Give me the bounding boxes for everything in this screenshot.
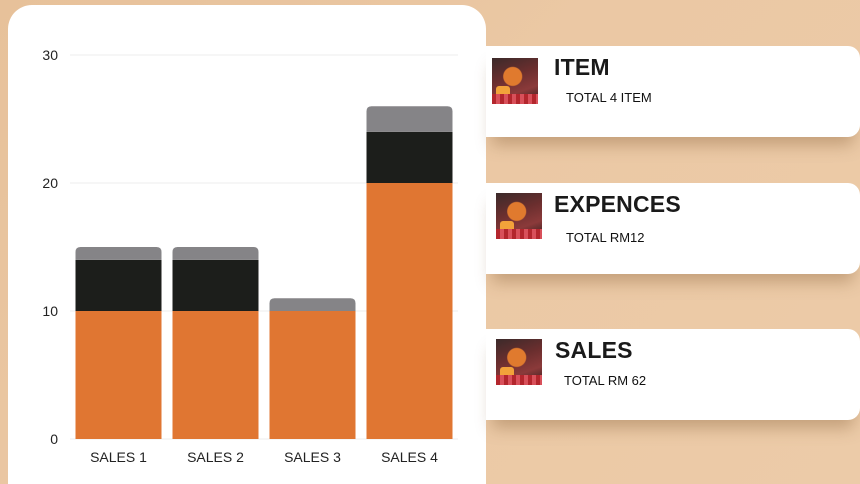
sales-card-title: SALES xyxy=(555,337,633,363)
sales-summary-card[interactable]: SALES TOTAL RM 62 xyxy=(486,329,860,420)
sales-card-subtitle: TOTAL RM 62 xyxy=(564,373,647,388)
stacked-bar-chart: 0 10 20 30 SALES 1 SALES 2 SALES 3 SALES 4 xyxy=(42,47,458,465)
y-tick-label: 30 xyxy=(42,47,58,63)
x-tick-label: SALES 3 xyxy=(284,449,341,465)
y-tick-label: 0 xyxy=(50,431,58,447)
bar-segment xyxy=(269,298,356,311)
bar-segment xyxy=(75,259,162,311)
bar-segment xyxy=(172,311,259,439)
bar-segment xyxy=(269,311,356,439)
expences-card-subtitle: TOTAL RM12 xyxy=(566,230,645,245)
bar-segment xyxy=(172,247,259,260)
item-card-subtitle: TOTAL 4 ITEM xyxy=(566,90,652,105)
item-card-title: ITEM xyxy=(554,54,610,80)
y-tick-label: 10 xyxy=(42,303,58,319)
bar-segment xyxy=(75,311,162,439)
bar-segment xyxy=(172,259,259,311)
bar-segment xyxy=(75,247,162,260)
sales-chart-card: 0 10 20 30 SALES 1 SALES 2 SALES 3 SALES 4 xyxy=(8,5,486,484)
food-photo-icon xyxy=(496,193,542,239)
bar-segment xyxy=(366,183,453,439)
item-summary-card[interactable]: ITEM TOTAL 4 ITEM xyxy=(486,46,860,137)
bar-segment xyxy=(366,131,453,183)
expences-card-title: EXPENCES xyxy=(554,191,681,217)
x-tick-label: SALES 2 xyxy=(187,449,244,465)
y-tick-label: 20 xyxy=(42,175,58,191)
food-photo-icon xyxy=(496,339,542,385)
x-tick-label: SALES 4 xyxy=(381,449,438,465)
bar-segment xyxy=(366,106,453,132)
x-tick-label: SALES 1 xyxy=(90,449,147,465)
expences-summary-card[interactable]: EXPENCES TOTAL RM12 xyxy=(486,183,860,274)
food-photo-icon xyxy=(492,58,538,104)
